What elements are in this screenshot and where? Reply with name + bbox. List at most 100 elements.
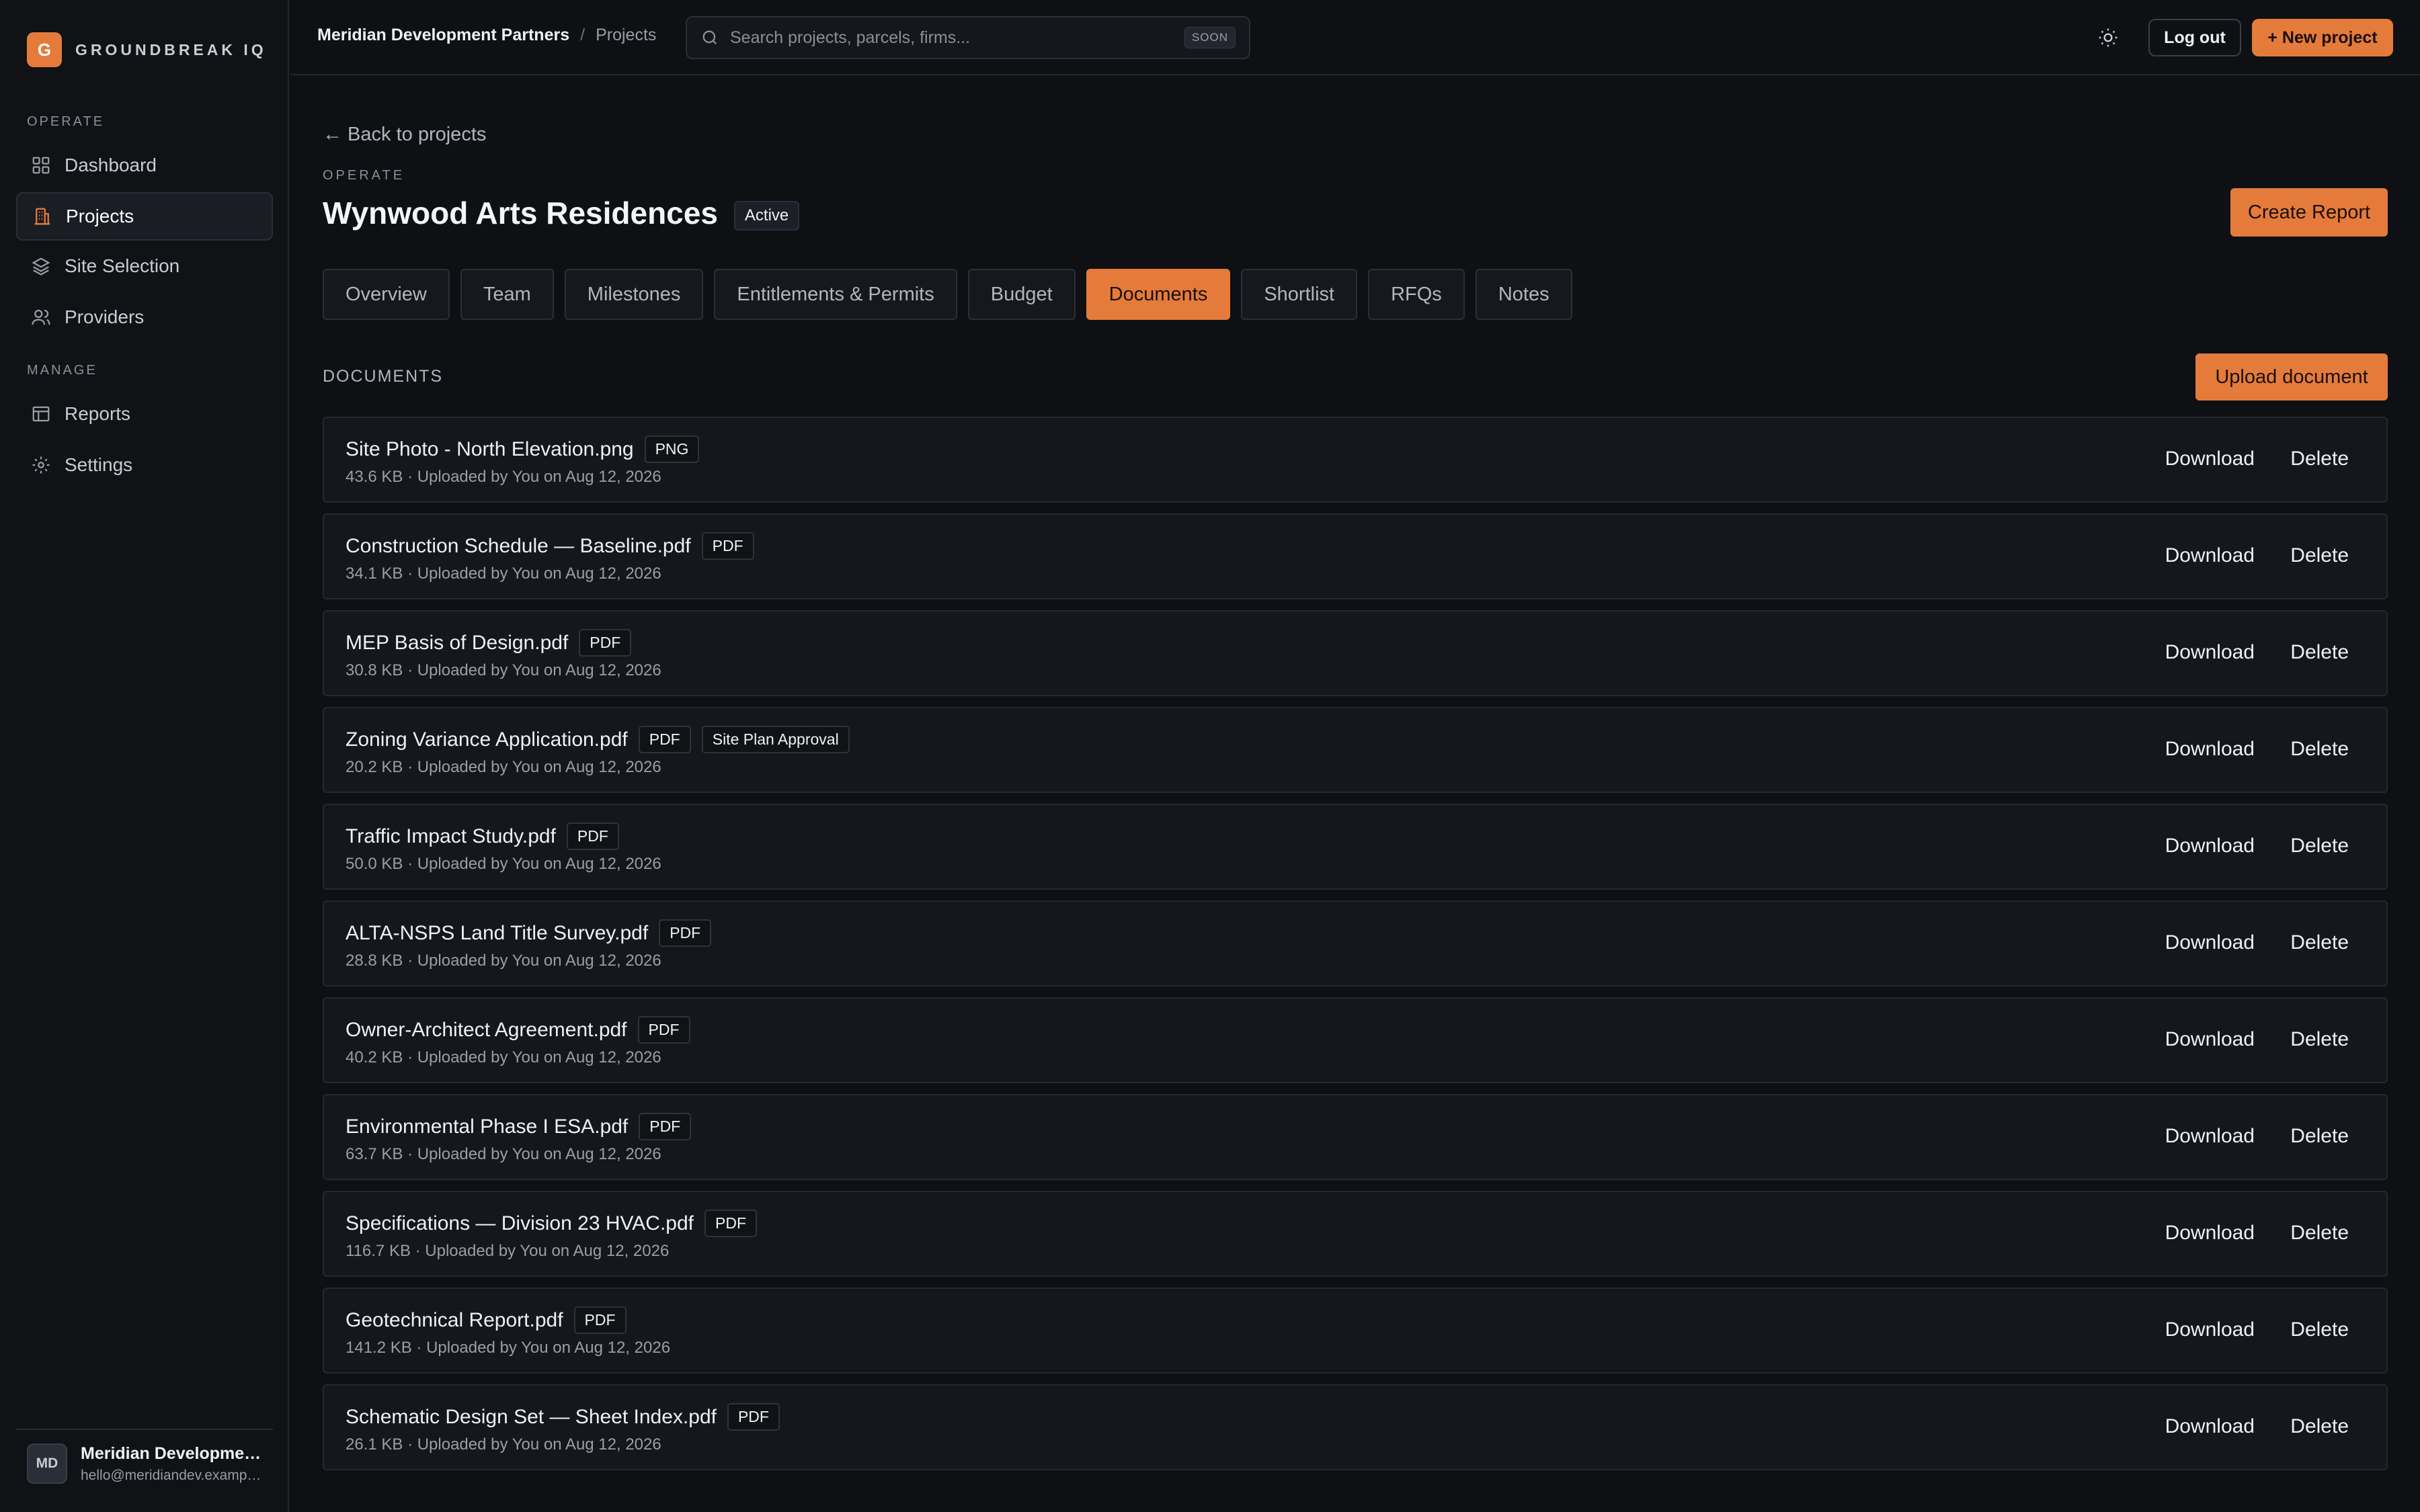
nav-section-manage: MANAGE xyxy=(27,363,97,378)
download-button[interactable]: Download xyxy=(2165,641,2255,664)
file-type-badge: PDF xyxy=(659,919,712,947)
tab-shortlist[interactable]: Shortlist xyxy=(1241,269,1358,320)
breadcrumb-page[interactable]: Projects xyxy=(596,26,656,45)
tab-milestones[interactable]: Milestones xyxy=(564,269,704,320)
document-name[interactable]: Owner-Architect Agreement.pdf xyxy=(346,1019,627,1042)
document-meta: 20.2 KB · Uploaded by You on Aug 12, 202… xyxy=(346,758,661,776)
tab-entitlements-permits[interactable]: Entitlements & Permits xyxy=(714,269,957,320)
delete-button[interactable]: Delete xyxy=(2290,1415,2349,1438)
user-name: Meridian Development Partners xyxy=(81,1443,262,1463)
download-button[interactable]: Download xyxy=(2165,1125,2255,1148)
status-badge: Active xyxy=(733,201,800,230)
document-name[interactable]: Site Photo - North Elevation.png xyxy=(346,438,634,461)
brand-name: GROUNDBREAK IQ xyxy=(75,40,267,58)
document-title-line: Schematic Design Set — Sheet Index.pdf PD… xyxy=(346,1403,780,1431)
sidebar-item-label: Providers xyxy=(65,306,145,327)
document-name[interactable]: Traffic Impact Study.pdf xyxy=(346,825,556,848)
upload-document-button[interactable]: Upload document xyxy=(2195,353,2388,401)
delete-button[interactable]: Delete xyxy=(2290,931,2349,954)
sidebar-item-dashboard[interactable]: Dashboard xyxy=(16,141,273,190)
sidebar-item-site-selection[interactable]: Site Selection xyxy=(16,242,273,290)
delete-button[interactable]: Delete xyxy=(2290,738,2349,761)
sun-icon xyxy=(2099,28,2118,47)
tab-team[interactable]: Team xyxy=(460,269,554,320)
download-button[interactable]: Download xyxy=(2165,1415,2255,1438)
document-name[interactable]: ALTA-NSPS Land Title Survey.pdf xyxy=(346,922,648,945)
project-tabs: Overview Team Milestones Entitlements & … xyxy=(323,269,1583,320)
breadcrumb: Meridian Development Partners / Projects xyxy=(317,26,656,45)
tab-rfqs[interactable]: RFQs xyxy=(1368,269,1465,320)
sidebar-item-reports[interactable]: Reports xyxy=(16,390,273,438)
sidebar-item-projects[interactable]: Projects xyxy=(16,192,273,241)
download-button[interactable]: Download xyxy=(2165,448,2255,470)
file-type-badge: PDF xyxy=(704,1210,757,1237)
delete-button[interactable]: Delete xyxy=(2290,835,2349,857)
file-type-badge: PDF xyxy=(573,1306,627,1334)
tab-documents[interactable]: Documents xyxy=(1086,269,1231,320)
document-meta: 34.1 KB · Uploaded by You on Aug 12, 202… xyxy=(346,564,661,583)
tab-overview[interactable]: Overview xyxy=(323,269,450,320)
document-name[interactable]: MEP Basis of Design.pdf xyxy=(346,632,568,655)
delete-button[interactable]: Delete xyxy=(2290,1125,2349,1148)
search-input[interactable] xyxy=(730,28,1184,48)
back-to-projects-link[interactable]: ← Back to projects xyxy=(323,124,486,146)
document-name[interactable]: Zoning Variance Application.pdf xyxy=(346,728,628,751)
building-icon xyxy=(34,208,50,225)
document-meta: 141.2 KB · Uploaded by You on Aug 12, 20… xyxy=(346,1339,671,1357)
user-profile[interactable]: MD Meridian Development Partners hello@m… xyxy=(27,1443,262,1484)
document-row: Geotechnical Report.pdf PDF 141.2 KB · Upl… xyxy=(323,1288,2388,1374)
download-button[interactable]: Download xyxy=(2165,1318,2255,1341)
download-button[interactable]: Download xyxy=(2165,544,2255,567)
breadcrumb-org[interactable]: Meridian Development Partners xyxy=(317,26,569,45)
delete-button[interactable]: Delete xyxy=(2290,1318,2349,1341)
sidebar-item-settings[interactable]: Settings xyxy=(16,441,273,489)
delete-button[interactable]: Delete xyxy=(2290,641,2349,664)
file-type-badge: PDF xyxy=(637,1016,690,1044)
document-row: ALTA-NSPS Land Title Survey.pdf PDF 28.8 K… xyxy=(323,900,2388,986)
theme-toggle-button[interactable] xyxy=(2092,22,2124,54)
table-icon xyxy=(32,406,50,422)
delete-button[interactable]: Delete xyxy=(2290,1028,2349,1051)
users-icon xyxy=(32,309,50,325)
document-row: Specifications — Division 23 HVAC.pdf PDF… xyxy=(323,1191,2388,1277)
document-row: Site Photo - North Elevation.png PNG 43.6 … xyxy=(323,417,2388,503)
document-row: Schematic Design Set — Sheet Index.pdf PD… xyxy=(323,1384,2388,1470)
file-type-badge: PDF xyxy=(638,726,691,753)
sidebar-divider xyxy=(16,1429,273,1430)
brand[interactable]: G GROUNDBREAK IQ xyxy=(27,32,267,67)
document-title-line: Site Photo - North Elevation.png PNG xyxy=(346,435,700,463)
document-row: Traffic Impact Study.pdf PDF 50.0 KB · Upl… xyxy=(323,804,2388,890)
document-meta: 40.2 KB · Uploaded by You on Aug 12, 202… xyxy=(346,1048,661,1066)
document-meta: 26.1 KB · Uploaded by You on Aug 12, 202… xyxy=(346,1435,661,1454)
document-name[interactable]: Specifications — Division 23 HVAC.pdf xyxy=(346,1212,694,1235)
sidebar-item-providers[interactable]: Providers xyxy=(16,293,273,341)
create-report-button[interactable]: Create Report xyxy=(2230,188,2388,237)
brand-logo: G xyxy=(27,32,62,67)
document-title-line: Zoning Variance Application.pdf PDF Site P… xyxy=(346,726,850,753)
document-row: Zoning Variance Application.pdf PDF Site P… xyxy=(323,707,2388,793)
user-email: hello@meridiandev.example.com xyxy=(81,1467,262,1483)
search-box[interactable]: SOON xyxy=(686,16,1250,59)
search-icon xyxy=(702,30,717,45)
tab-budget[interactable]: Budget xyxy=(967,269,1076,320)
logout-button[interactable]: Log out xyxy=(2148,19,2241,56)
delete-button[interactable]: Delete xyxy=(2290,448,2349,470)
download-button[interactable]: Download xyxy=(2165,1028,2255,1051)
download-button[interactable]: Download xyxy=(2165,835,2255,857)
document-meta: 116.7 KB · Uploaded by You on Aug 12, 20… xyxy=(346,1242,670,1260)
delete-button[interactable]: Delete xyxy=(2290,544,2349,567)
document-name[interactable]: Environmental Phase I ESA.pdf xyxy=(346,1116,628,1138)
download-button[interactable]: Download xyxy=(2165,931,2255,954)
document-name[interactable]: Construction Schedule — Baseline.pdf xyxy=(346,535,691,558)
document-title-line: Owner-Architect Agreement.pdf PDF xyxy=(346,1016,690,1044)
delete-button[interactable]: Delete xyxy=(2290,1222,2349,1245)
document-name[interactable]: Schematic Design Set — Sheet Index.pdf xyxy=(346,1406,717,1429)
page-title: Wynwood Arts Residences xyxy=(323,196,718,230)
document-name[interactable]: Geotechnical Report.pdf xyxy=(346,1309,563,1332)
download-button[interactable]: Download xyxy=(2165,738,2255,761)
new-project-button[interactable]: + New project xyxy=(2252,19,2393,56)
document-title-line: Geotechnical Report.pdf PDF xyxy=(346,1306,627,1334)
tab-notes[interactable]: Notes xyxy=(1475,269,1572,320)
sidebar-item-label: Projects xyxy=(66,206,134,226)
download-button[interactable]: Download xyxy=(2165,1222,2255,1245)
